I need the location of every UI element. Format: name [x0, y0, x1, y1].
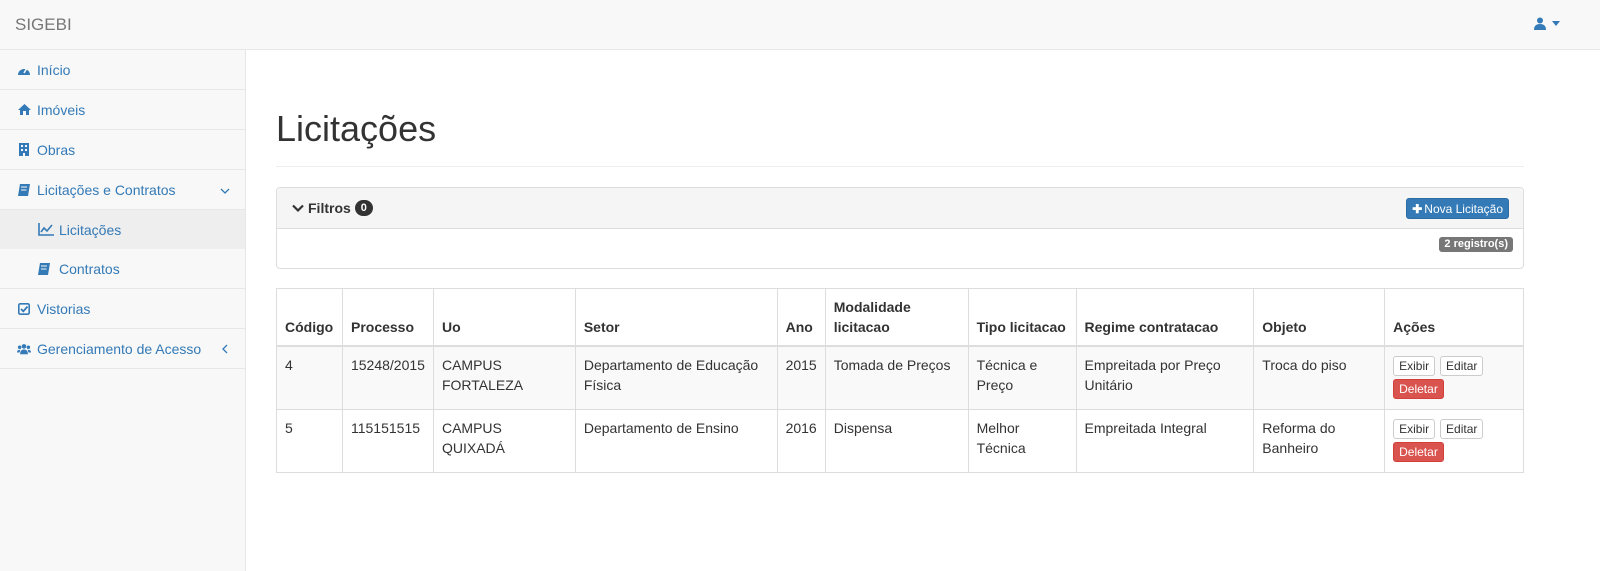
sidebar-item-obras[interactable]: Obras: [0, 130, 245, 170]
column-header[interactable]: Setor: [574, 288, 778, 347]
sidebar-item-label: Imóveis: [37, 101, 86, 118]
sidebar-item-gerenciamento-acesso[interactable]: Gerenciamento de Acesso: [0, 329, 245, 369]
sidebar-subitem-contratos[interactable]: Contratos: [0, 249, 245, 288]
chevron-down-icon: [220, 188, 230, 194]
table-cell: 115151515: [341, 409, 434, 473]
table-cell: Departamento de Educação Física: [574, 345, 778, 410]
table-cell: CAMPUS FORTALEZA: [432, 345, 576, 410]
table-row: 4 15248/2015 CAMPUS FORTALEZA Departamen…: [276, 345, 1524, 410]
show-button[interactable]: Exibir: [1393, 419, 1436, 439]
sidebar-subitem-label: Licitações: [59, 221, 122, 238]
dashboard-icon: [17, 63, 31, 77]
table-cell: 5: [276, 409, 343, 473]
filters-label: Filtros: [308, 200, 351, 216]
check-square-icon: [17, 302, 31, 316]
sidebar-item-label: Licitações e Contratos: [37, 181, 176, 198]
home-icon: [17, 103, 31, 117]
column-header[interactable]: Processo: [341, 288, 434, 347]
user-icon: [1534, 17, 1546, 30]
filters-toggle[interactable]: Filtros 0: [292, 200, 373, 216]
table-cell: Departamento de Ensino: [574, 409, 778, 473]
show-button[interactable]: Exibir: [1393, 356, 1436, 376]
book-icon: [38, 262, 54, 276]
caret-down-icon: [1552, 21, 1560, 26]
table-cell: 2016: [776, 409, 826, 473]
sidebar-item-imoveis[interactable]: Imóveis: [0, 90, 245, 130]
title-divider: [276, 166, 1524, 167]
sidebar-item-licitacoes-contratos[interactable]: Licitações e Contratos: [0, 170, 245, 210]
licitacoes-table: Código Processo Uo Setor Ano Modalidade …: [276, 288, 1524, 473]
sidebar-subitem-label: Contratos: [59, 260, 120, 277]
delete-button[interactable]: Deletar: [1393, 442, 1444, 462]
sidebar-item-vistorias[interactable]: Vistorias: [0, 289, 245, 329]
delete-button[interactable]: Deletar: [1393, 379, 1444, 399]
chevron-left-icon: [222, 344, 228, 354]
new-licitacao-button[interactable]: ✚ Nova Licitação: [1406, 198, 1509, 219]
filters-count-badge: 0: [354, 200, 373, 216]
table-cell: Dispensa: [824, 409, 969, 473]
sidebar: Início Imóveis Obras Licitações e Contra…: [0, 50, 246, 571]
actions-cell: Exibir Editar Deletar: [1384, 409, 1524, 473]
table-header-row: Código Processo Uo Setor Ano Modalidade …: [276, 288, 1524, 347]
users-icon: [17, 342, 31, 356]
book-icon: [17, 183, 31, 197]
sidebar-item-label: Gerenciamento de Acesso: [37, 340, 202, 357]
filters-panel-heading: Filtros 0 ✚ Nova Licitação: [277, 188, 1523, 229]
sidebar-submenu: Licitações Contratos: [0, 210, 245, 289]
records-count-label: 2 registro(s): [1439, 237, 1513, 252]
line-chart-icon: [38, 223, 54, 237]
sidebar-item-label: Vistorias: [37, 300, 91, 317]
top-navbar: SIGEBI: [0, 0, 1600, 50]
table-cell: 2015: [776, 345, 826, 410]
building-icon: [17, 143, 31, 157]
column-header: Ações: [1384, 288, 1524, 347]
column-header[interactable]: Ano: [776, 288, 826, 347]
table-cell: Reforma do Banheiro: [1253, 409, 1386, 473]
table-cell: Melhor Técnica: [967, 409, 1077, 473]
column-header[interactable]: Modalidade licitacao: [824, 288, 969, 347]
column-header[interactable]: Uo: [432, 288, 576, 347]
column-header[interactable]: Objeto: [1253, 288, 1386, 347]
sidebar-item-inicio[interactable]: Início: [0, 50, 245, 90]
sidebar-subitem-licitacoes[interactable]: Licitações: [0, 210, 245, 249]
table-cell: Técnica e Preço: [967, 345, 1077, 410]
filters-panel: Filtros 0 ✚ Nova Licitação 2 registro(s): [276, 187, 1524, 269]
new-licitacao-label: Nova Licitação: [1424, 201, 1503, 216]
edit-button[interactable]: Editar: [1440, 419, 1484, 439]
page-title: Licitações: [276, 108, 437, 149]
edit-button[interactable]: Editar: [1440, 356, 1484, 376]
plus-icon: ✚: [1412, 201, 1423, 216]
table-cell: Empreitada por Preço Unitário: [1075, 345, 1255, 410]
column-header[interactable]: Tipo licitacao: [967, 288, 1077, 347]
table-cell: 4: [276, 345, 343, 410]
table-row: 5 115151515 CAMPUS QUIXADÁ Departamento …: [276, 409, 1524, 473]
user-menu[interactable]: [1534, 17, 1560, 30]
table-cell: Empreitada Integral: [1075, 409, 1255, 473]
table-cell: 15248/2015: [341, 345, 434, 410]
sidebar-item-label: Obras: [37, 141, 76, 158]
actions-cell: Exibir Editar Deletar: [1384, 345, 1524, 410]
main-content: Licitações Filtros 0 ✚ Nova Licitação 2 …: [246, 50, 1600, 571]
filters-panel-body: 2 registro(s): [277, 229, 1523, 269]
chevron-down-icon: [292, 204, 304, 213]
sidebar-item-label: Início: [37, 61, 71, 78]
column-header[interactable]: Regime contratacao: [1075, 288, 1255, 347]
table-cell: Troca do piso: [1253, 345, 1386, 410]
column-header[interactable]: Código: [276, 288, 343, 347]
table-cell: CAMPUS QUIXADÁ: [432, 409, 576, 473]
table-cell: Tomada de Preços: [824, 345, 969, 410]
brand-logo[interactable]: SIGEBI: [15, 15, 72, 35]
